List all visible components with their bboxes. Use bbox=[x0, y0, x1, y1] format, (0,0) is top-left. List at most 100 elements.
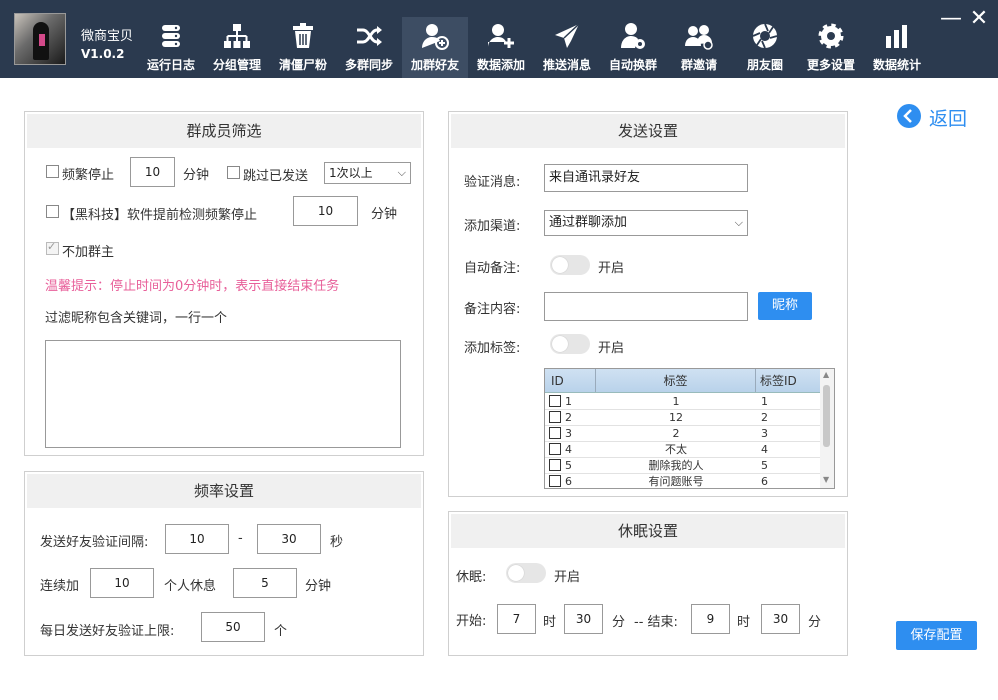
row-tag: 12 bbox=[669, 411, 683, 424]
user-settings-icon bbox=[621, 23, 645, 49]
auto-remark-toggle[interactable] bbox=[550, 255, 590, 275]
interval-label: 发送好友验证间隔: bbox=[40, 535, 149, 550]
nav-multi-sync[interactable]: 多群同步 bbox=[336, 17, 402, 78]
back-button[interactable]: 返回 bbox=[897, 103, 977, 130]
row-checkbox[interactable] bbox=[549, 443, 561, 455]
scrollbar-thumb[interactable] bbox=[823, 385, 830, 447]
table-row[interactable]: 5 删除我的人 5 bbox=[545, 458, 821, 474]
gear-icon bbox=[818, 23, 844, 49]
add-tag-enable: 开启 bbox=[598, 341, 625, 356]
panel-title: 休眠设置 bbox=[451, 514, 845, 548]
black-tech-input[interactable]: 10 bbox=[293, 196, 358, 226]
row-tag: 删除我的人 bbox=[648, 459, 704, 472]
aperture-icon bbox=[752, 23, 778, 49]
tag-table-body: 1 1 1 2 12 2 3 2 3 4 不太 4 5 删除我的人 5 6 有问题账号 6 bbox=[545, 394, 821, 488]
freq-stop-input[interactable]: 10 bbox=[130, 157, 175, 187]
freq-stop-checkbox[interactable] bbox=[46, 165, 59, 178]
nav-auto-switch-group[interactable]: 自动换群 bbox=[600, 17, 666, 78]
row-tag-id: 2 bbox=[761, 411, 768, 424]
shuffle-icon bbox=[357, 26, 382, 46]
row-tag-id: 6 bbox=[761, 475, 768, 488]
interval-min-input[interactable]: 10 bbox=[165, 524, 229, 554]
nav-more-settings[interactable]: 更多设置 bbox=[798, 17, 864, 78]
start-hour-input[interactable]: 7 bbox=[497, 604, 536, 634]
verify-message-input[interactable]: 来自通讯录好友 bbox=[544, 164, 748, 192]
end-label: -- 结束: bbox=[634, 615, 678, 630]
table-row[interactable]: 6 有问题账号 6 bbox=[545, 474, 821, 488]
nav-group-invite[interactable]: 群邀请 bbox=[666, 17, 732, 78]
add-friend-icon bbox=[422, 24, 449, 50]
table-row[interactable]: 2 12 2 bbox=[545, 410, 821, 426]
rest-unit: 分钟 bbox=[305, 579, 332, 594]
nav-group-manage[interactable]: 分组管理 bbox=[204, 17, 270, 78]
end-min-input[interactable]: 30 bbox=[761, 604, 800, 634]
scroll-down-icon[interactable]: ▼ bbox=[823, 475, 829, 484]
table-row[interactable]: 1 1 1 bbox=[545, 394, 821, 410]
row-checkbox[interactable] bbox=[549, 459, 561, 471]
sec-unit: 秒 bbox=[330, 535, 344, 550]
keyword-textarea[interactable] bbox=[45, 340, 401, 448]
remark-content-input[interactable] bbox=[544, 292, 748, 321]
group-invite-icon bbox=[685, 25, 713, 50]
avatar[interactable] bbox=[14, 13, 66, 65]
add-tag-toggle[interactable] bbox=[550, 334, 590, 354]
continuous-input[interactable]: 10 bbox=[90, 568, 154, 598]
auto-remark-label: 自动备注: bbox=[464, 261, 521, 276]
tag-table-header: ID 标签 标签ID bbox=[545, 369, 821, 393]
row-tag: 有问题账号 bbox=[648, 475, 704, 488]
hour-unit: 时 bbox=[543, 615, 557, 630]
table-row[interactable]: 4 不太 4 bbox=[545, 442, 821, 458]
header-id[interactable]: ID bbox=[545, 369, 596, 392]
no-owner-checkbox[interactable] bbox=[46, 240, 59, 255]
row-tag-id: 4 bbox=[761, 443, 768, 456]
server-icon bbox=[162, 25, 180, 47]
black-tech-checkbox[interactable] bbox=[46, 205, 59, 218]
header-tag[interactable]: 标签 bbox=[596, 369, 756, 392]
minimize-button[interactable]: — bbox=[940, 8, 962, 30]
nav-clean-zombie[interactable]: 清僵尸粉 bbox=[270, 17, 336, 78]
daily-input[interactable]: 50 bbox=[201, 612, 265, 642]
row-id: 1 bbox=[565, 395, 572, 408]
interval-max-input[interactable]: 30 bbox=[257, 524, 321, 554]
nav-run-log[interactable]: 运行日志 bbox=[138, 17, 204, 78]
row-checkbox[interactable] bbox=[549, 475, 561, 487]
chevron-down-icon: ⌵ bbox=[397, 166, 406, 179]
row-checkbox[interactable] bbox=[549, 395, 561, 407]
skip-sent-select[interactable]: 1次以上 ⌵ bbox=[324, 162, 411, 184]
row-id: 3 bbox=[565, 427, 572, 440]
nav-add-group-friends[interactable]: 加群好友 bbox=[402, 17, 468, 78]
minute-unit: 分钟 bbox=[183, 168, 210, 183]
sleep-label: 休眠: bbox=[456, 570, 487, 585]
nav-label: 数据统计 bbox=[872, 58, 921, 72]
table-row[interactable]: 3 2 3 bbox=[545, 426, 821, 442]
daily-unit: 个 bbox=[274, 624, 288, 639]
rest-input[interactable]: 5 bbox=[233, 568, 297, 598]
start-min-input[interactable]: 30 bbox=[564, 604, 603, 634]
row-checkbox[interactable] bbox=[549, 427, 561, 439]
skip-sent-selected: 1次以上 bbox=[329, 166, 373, 180]
close-button[interactable]: ✕ bbox=[968, 8, 990, 30]
channel-select[interactable]: 通过群聊添加 ⌵ bbox=[544, 210, 748, 236]
row-id: 6 bbox=[565, 475, 572, 488]
sleep-toggle[interactable] bbox=[506, 563, 546, 583]
nickname-button[interactable]: 昵称 bbox=[758, 292, 812, 320]
header-tag-id[interactable]: 标签ID bbox=[756, 369, 821, 392]
nav-push-message[interactable]: 推送消息 bbox=[534, 17, 600, 78]
panel-title: 发送设置 bbox=[451, 114, 845, 148]
skip-sent-label: 跳过已发送 bbox=[243, 169, 309, 184]
row-tag: 不太 bbox=[665, 443, 687, 456]
table-scrollbar[interactable]: ▲ ▼ bbox=[820, 369, 834, 488]
scroll-up-icon[interactable]: ▲ bbox=[823, 370, 829, 379]
row-checkbox[interactable] bbox=[549, 411, 561, 423]
sleep-settings-panel: 休眠设置 bbox=[448, 511, 848, 656]
end-hour-input[interactable]: 9 bbox=[691, 604, 730, 634]
save-config-button[interactable]: 保存配置 bbox=[896, 621, 977, 650]
min-unit: 分 bbox=[808, 615, 822, 630]
skip-sent-checkbox[interactable] bbox=[227, 166, 240, 179]
nav-statistics[interactable]: 数据统计 bbox=[864, 17, 930, 78]
org-chart-icon bbox=[224, 24, 250, 48]
nav-moments[interactable]: 朋友圈 bbox=[732, 17, 798, 78]
nav-data-add[interactable]: 数据添加 bbox=[468, 17, 534, 78]
panel-title: 群成员筛选 bbox=[27, 114, 421, 148]
hour-unit: 时 bbox=[737, 615, 751, 630]
